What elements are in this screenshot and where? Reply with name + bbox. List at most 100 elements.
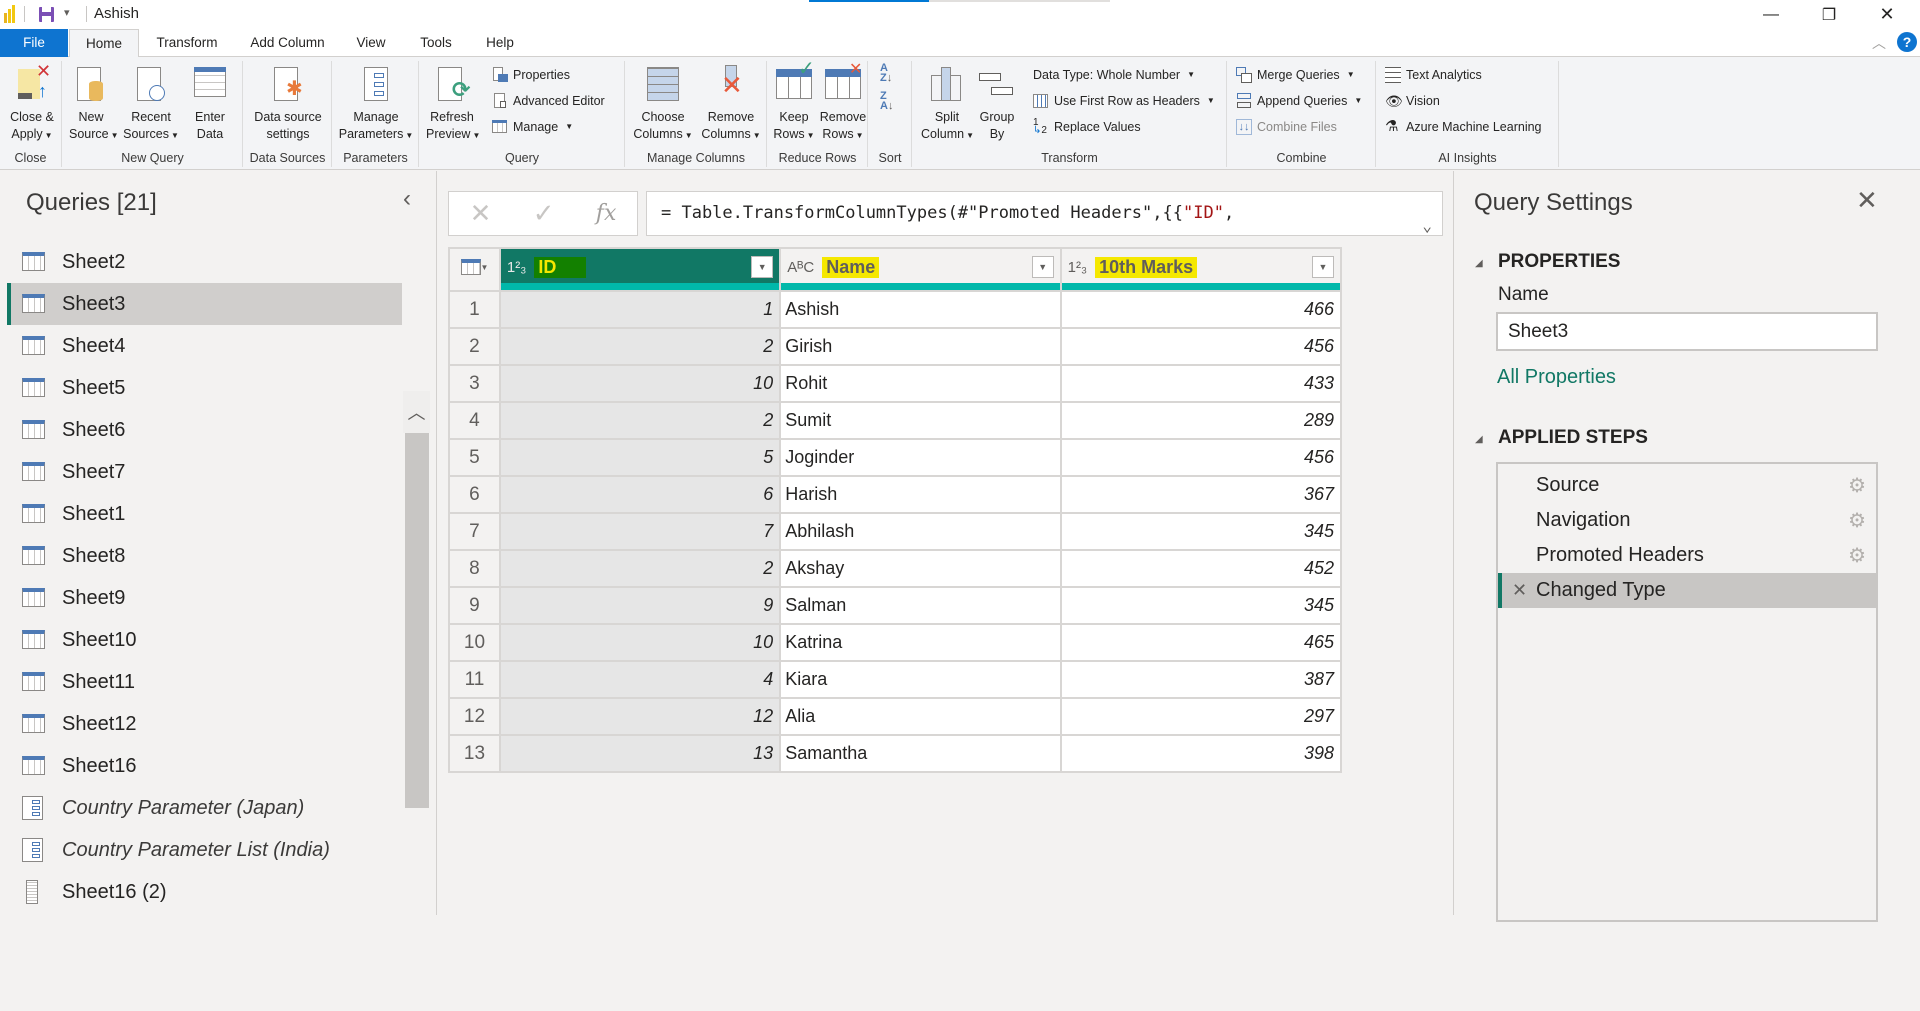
query-item[interactable]: Sheet16 (2) [7, 871, 402, 913]
cell-10th-marks[interactable]: 433 [1059, 364, 1343, 403]
row-number[interactable]: 6 [448, 475, 501, 514]
properties-button[interactable]: Properties [492, 64, 570, 86]
tab-tools[interactable]: Tools [410, 29, 462, 57]
cell-name[interactable]: Girish [779, 327, 1062, 366]
commit-formula-icon[interactable]: ✓ [533, 198, 555, 229]
all-properties-link[interactable]: All Properties [1497, 366, 1616, 389]
query-item[interactable]: Sheet4 [7, 325, 402, 367]
cell-10th-marks[interactable]: 345 [1059, 512, 1343, 551]
step-settings-gear-icon[interactable]: ⚙ [1848, 508, 1866, 533]
query-item[interactable]: Sheet5 [7, 367, 402, 409]
column-header-name[interactable]: AᴮC Name ▼ [779, 247, 1062, 292]
cell-id[interactable]: 2 [498, 327, 782, 366]
text-type-icon[interactable]: AᴮC [787, 259, 814, 276]
query-item[interactable]: Sheet9 [7, 577, 402, 619]
cell-id[interactable]: 12 [498, 697, 782, 736]
column-filter-dropdown-icon[interactable]: ▼ [1031, 256, 1054, 278]
restore-button[interactable]: ❐ [1806, 0, 1852, 29]
formula-input[interactable]: = Table.TransformColumnTypes(#"Promoted … [646, 191, 1443, 236]
cell-10th-marks[interactable]: 289 [1059, 401, 1343, 440]
query-name-input[interactable] [1496, 312, 1878, 351]
cell-10th-marks[interactable]: 452 [1059, 549, 1343, 588]
cell-id[interactable]: 13 [498, 734, 782, 773]
text-analytics-button[interactable]: Text Analytics [1385, 64, 1482, 86]
row-number[interactable]: 12 [448, 697, 501, 736]
cell-name[interactable]: Joginder [779, 438, 1062, 477]
cell-id[interactable]: 2 [498, 549, 782, 588]
cell-id[interactable]: 4 [498, 660, 782, 699]
cell-name[interactable]: Ashish [779, 290, 1062, 329]
tab-add-column[interactable]: Add Column [240, 29, 335, 57]
scroll-up-icon[interactable]: ︿ [403, 391, 430, 433]
cell-name[interactable]: Kiara [779, 660, 1062, 699]
replace-values-button[interactable]: 1 ↳2 Replace Values [1033, 116, 1141, 138]
query-item[interactable]: Sheet10 [7, 619, 402, 661]
cell-name[interactable]: Harish [779, 475, 1062, 514]
cell-10th-marks[interactable]: 398 [1059, 734, 1343, 773]
cell-id[interactable]: 5 [498, 438, 782, 477]
cell-name[interactable]: Samantha [779, 734, 1062, 773]
close-window-button[interactable]: ✕ [1864, 0, 1910, 29]
row-number[interactable]: 4 [448, 401, 501, 440]
combine-files-button[interactable]: ↓↓ Combine Files [1236, 116, 1337, 138]
collapse-properties-icon[interactable]: ◢ [1475, 258, 1483, 269]
tab-file[interactable]: File [0, 29, 68, 57]
cell-name[interactable]: Alia [779, 697, 1062, 736]
column-filter-dropdown-icon[interactable]: ▼ [1312, 256, 1334, 278]
row-number[interactable]: 11 [448, 660, 501, 699]
cell-10th-marks[interactable]: 387 [1059, 660, 1343, 699]
row-number[interactable]: 2 [448, 327, 501, 366]
azure-ml-button[interactable]: ⚗ Azure Machine Learning [1385, 116, 1542, 138]
row-number[interactable]: 7 [448, 512, 501, 551]
cell-id[interactable]: 10 [498, 623, 782, 662]
tab-help[interactable]: Help [476, 29, 524, 57]
cell-10th-marks[interactable]: 297 [1059, 697, 1343, 736]
query-item[interactable]: Sheet7 [7, 451, 402, 493]
advanced-editor-button[interactable]: Advanced Editor [492, 90, 605, 112]
cell-10th-marks[interactable]: 456 [1059, 438, 1343, 477]
table-menu[interactable]: ▼ [448, 247, 501, 292]
cell-id[interactable]: 7 [498, 512, 782, 551]
close-apply-button[interactable]: ✕ ↑ Close & Apply ▼ [4, 62, 60, 144]
step-settings-gear-icon[interactable]: ⚙ [1848, 473, 1866, 498]
cell-name[interactable]: Katrina [779, 623, 1062, 662]
whole-number-type-icon[interactable]: 1²₃ [1068, 259, 1087, 276]
cell-name[interactable]: Abhilash [779, 512, 1062, 551]
cell-id[interactable]: 6 [498, 475, 782, 514]
manage-button[interactable]: Manage ▼ [492, 116, 573, 138]
query-item[interactable]: Sheet8 [7, 535, 402, 577]
group-by-button[interactable]: Group By [975, 65, 1019, 143]
row-number[interactable]: 13 [448, 734, 501, 773]
query-item[interactable]: Sheet12 [7, 703, 402, 745]
recent-sources-button[interactable]: Recent Sources ▼ [121, 65, 181, 144]
data-source-settings-button[interactable]: ✱ Data source settings [248, 65, 328, 143]
applied-step[interactable]: Promoted Headers ⚙ [1498, 538, 1876, 573]
query-item[interactable]: Country Parameter List (India) [7, 829, 402, 871]
cell-10th-marks[interactable]: 456 [1059, 327, 1343, 366]
row-number[interactable]: 8 [448, 549, 501, 588]
tab-view[interactable]: View [348, 29, 394, 57]
refresh-preview-button[interactable]: ⟳ Refresh Preview ▼ [426, 65, 480, 144]
query-item[interactable]: Sheet1 [7, 493, 402, 535]
cell-10th-marks[interactable]: 367 [1059, 475, 1343, 514]
applied-step[interactable]: Navigation ⚙ [1498, 503, 1876, 538]
fx-icon[interactable]: fx [596, 201, 617, 226]
applied-step[interactable]: ✕ Changed Type [1498, 573, 1876, 608]
row-number[interactable]: 3 [448, 364, 501, 403]
query-item[interactable]: Country Parameter (Japan) [7, 787, 402, 829]
cell-id[interactable]: 2 [498, 401, 782, 440]
customize-qat-icon[interactable]: ▾ [64, 6, 70, 19]
cell-10th-marks[interactable]: 345 [1059, 586, 1343, 625]
tab-transform[interactable]: Transform [146, 29, 228, 57]
scroll-thumb[interactable] [405, 433, 429, 808]
column-header-10th-marks[interactable]: 1²₃ 10th Marks ▼ [1059, 247, 1343, 292]
delete-step-icon[interactable]: ✕ [1512, 580, 1527, 601]
remove-rows-button[interactable]: ✕ Remove Rows ▼ [818, 61, 868, 144]
save-icon[interactable] [38, 6, 55, 23]
data-type-dropdown[interactable]: Data Type: Whole Number ▼ [1033, 64, 1195, 86]
enter-data-button[interactable]: Enter Data [187, 65, 233, 143]
cell-name[interactable]: Akshay [779, 549, 1062, 588]
whole-number-type-icon[interactable]: 1²₃ [507, 259, 526, 276]
split-column-button[interactable]: Split Column ▼ [921, 65, 974, 144]
table-menu-icon[interactable]: ▼ [450, 249, 499, 285]
